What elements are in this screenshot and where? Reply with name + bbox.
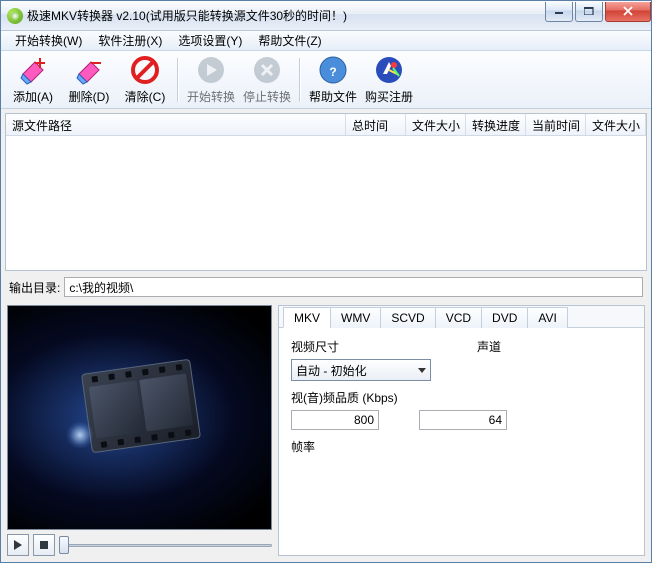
col-file-size[interactable]: 文件大小: [406, 114, 466, 135]
buy-label: 购买注册: [365, 88, 413, 105]
col-output-size[interactable]: 文件大小: [586, 114, 646, 135]
toolbar-separator: [299, 58, 301, 102]
settings-body: 视频尺寸 自动 - 初始化 声道 视(音)频品质 (Kbps): [279, 328, 644, 555]
video-size-label: 视频尺寸: [291, 338, 461, 355]
help-icon: ?: [317, 54, 349, 86]
play-icon: [13, 540, 23, 550]
maximize-button[interactable]: [575, 2, 603, 22]
delete-label: 删除(D): [69, 88, 110, 105]
lens-flare-icon: [66, 421, 94, 449]
tab-scvd[interactable]: SCVD: [380, 307, 435, 328]
slider-thumb[interactable]: [59, 536, 69, 554]
tab-avi[interactable]: AVI: [527, 307, 567, 328]
output-row: 输出目录:: [5, 275, 647, 299]
fps-field: 帧率: [291, 438, 632, 455]
stop-convert-button: 停止转换: [239, 53, 295, 107]
file-table[interactable]: 源文件路径 总时间 文件大小 转换进度 当前时间 文件大小: [5, 113, 647, 271]
video-size-value: 自动 - 初始化: [296, 362, 367, 379]
start-convert-button: 开始转换: [183, 53, 239, 107]
filmstrip-icon: [81, 359, 201, 454]
add-button[interactable]: 添加(A): [5, 53, 61, 107]
settings-panel: MKV WMV SCVD VCD DVD AVI 视频尺寸 自动 - 初始化: [278, 305, 645, 556]
close-button[interactable]: [605, 2, 651, 22]
menubar: 开始转换(W) 软件注册(X) 选项设置(Y) 帮助文件(Z): [1, 31, 651, 51]
buy-button[interactable]: 购买注册: [361, 53, 417, 107]
toolbar: 添加(A) 删除(D) 清除(C) 开始转换 停止转换: [1, 51, 651, 109]
titlebar[interactable]: 极速MKV转换器 v2.10(试用版只能转换源文件30秒的时间！): [1, 1, 651, 31]
video-size-field: 视频尺寸 自动 - 初始化: [291, 338, 461, 381]
audio-channel-label: 声道: [477, 338, 632, 355]
tab-mkv[interactable]: MKV: [283, 307, 331, 328]
start-convert-icon: [195, 54, 227, 86]
window-controls: [543, 2, 651, 22]
content-area: 源文件路径 总时间 文件大小 转换进度 当前时间 文件大小 输出目录:: [1, 109, 651, 562]
output-dir-input[interactable]: [64, 277, 643, 297]
col-current-time[interactable]: 当前时间: [526, 114, 586, 135]
window-title: 极速MKV转换器 v2.10(试用版只能转换源文件30秒的时间！): [27, 7, 543, 24]
clear-label: 清除(C): [125, 88, 166, 105]
close-icon: [622, 6, 634, 16]
stop-convert-label: 停止转换: [243, 88, 291, 105]
add-label: 添加(A): [13, 88, 53, 105]
fps-label: 帧率: [291, 438, 632, 455]
stop-icon: [39, 540, 49, 550]
format-tabs: MKV WMV SCVD VCD DVD AVI: [279, 306, 644, 328]
col-progress[interactable]: 转换进度: [466, 114, 526, 135]
slider-track: [59, 544, 272, 547]
player-controls: [7, 534, 272, 556]
clear-icon: [129, 54, 161, 86]
menu-help[interactable]: 帮助文件(Z): [250, 30, 329, 51]
maximize-icon: [584, 7, 594, 15]
app-icon: [7, 8, 23, 24]
delete-button[interactable]: 删除(D): [61, 53, 117, 107]
menu-register[interactable]: 软件注册(X): [90, 30, 170, 51]
toolbar-separator: [177, 58, 179, 102]
app-window: 极速MKV转换器 v2.10(试用版只能转换源文件30秒的时间！) 开始转换(W…: [0, 0, 652, 563]
menu-start-convert[interactable]: 开始转换(W): [7, 30, 90, 51]
minimize-button[interactable]: [545, 2, 573, 22]
tab-wmv[interactable]: WMV: [330, 307, 381, 328]
preview-column: [7, 305, 272, 556]
video-size-select[interactable]: 自动 - 初始化: [291, 359, 431, 381]
delete-icon: [73, 54, 105, 86]
stop-button[interactable]: [33, 534, 55, 556]
buy-icon: [373, 54, 405, 86]
add-icon: [17, 54, 49, 86]
bitrate-label: 视(音)频品质 (Kbps): [291, 389, 632, 406]
svg-text:?: ?: [329, 65, 336, 79]
play-button[interactable]: [7, 534, 29, 556]
bitrate-field: 视(音)频品质 (Kbps): [291, 389, 632, 430]
start-convert-label: 开始转换: [187, 88, 235, 105]
video-preview[interactable]: [7, 305, 272, 530]
bitrate-inputs: [291, 410, 632, 430]
video-bitrate-input[interactable]: [291, 410, 379, 430]
audio-channel-field: 声道: [477, 338, 632, 381]
col-source-path[interactable]: 源文件路径: [6, 114, 346, 135]
tab-vcd[interactable]: VCD: [435, 307, 482, 328]
clear-button[interactable]: 清除(C): [117, 53, 173, 107]
menu-options[interactable]: 选项设置(Y): [170, 30, 250, 51]
tab-dvd[interactable]: DVD: [481, 307, 528, 328]
stop-convert-icon: [251, 54, 283, 86]
table-header: 源文件路径 总时间 文件大小 转换进度 当前时间 文件大小: [6, 114, 646, 136]
help-button[interactable]: ? 帮助文件: [305, 53, 361, 107]
minimize-icon: [554, 7, 564, 15]
col-total-time[interactable]: 总时间: [346, 114, 406, 135]
bottom-panel: MKV WMV SCVD VCD DVD AVI 视频尺寸 自动 - 初始化: [5, 303, 647, 558]
seek-slider[interactable]: [59, 535, 272, 555]
audio-bitrate-input[interactable]: [419, 410, 507, 430]
help-label: 帮助文件: [309, 88, 357, 105]
output-dir-label: 输出目录:: [9, 279, 60, 296]
